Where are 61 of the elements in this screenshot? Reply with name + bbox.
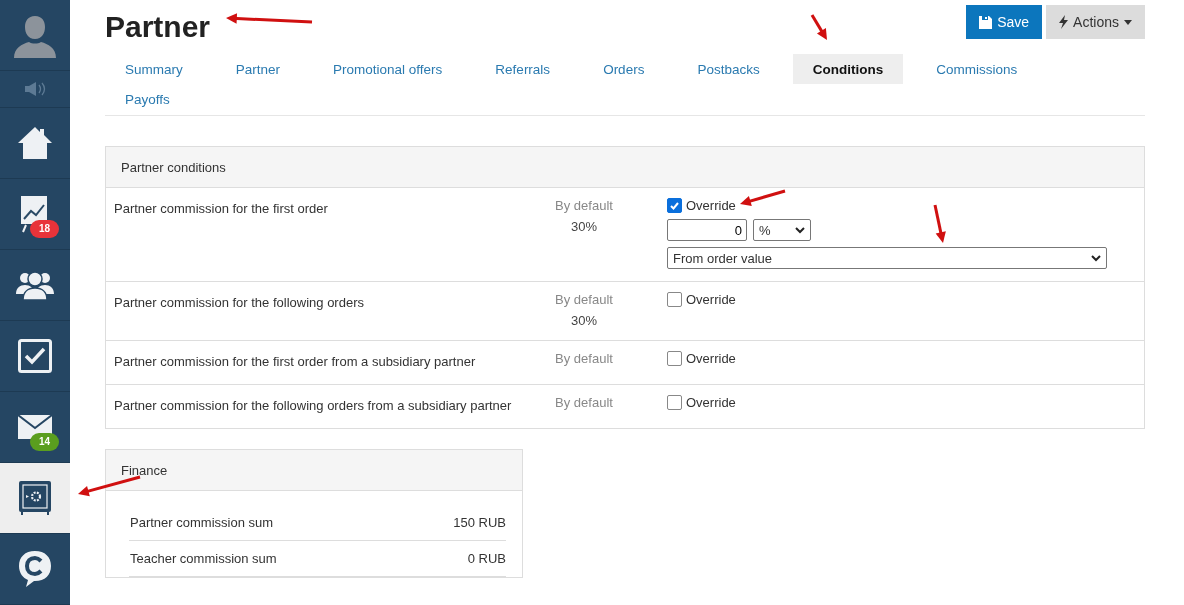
save-button[interactable]: Save (966, 5, 1043, 39)
tab[interactable]: Referrals (475, 54, 571, 84)
chevron-down-icon (795, 226, 805, 234)
panel-title: Partner conditions (106, 147, 1144, 188)
annotation-arrow (810, 14, 827, 40)
amount-field[interactable]: 0 (667, 219, 747, 241)
caret-icon (1124, 19, 1132, 25)
default-label: By default (555, 395, 613, 410)
override-label: Override (686, 198, 736, 213)
finance-value: 150 RUB (453, 515, 506, 530)
annotation-arrow (78, 475, 141, 497)
speaker-icon (24, 81, 46, 97)
tab[interactable]: Promotional offers (313, 54, 463, 84)
tab[interactable]: Orders (583, 54, 665, 84)
sidebar-item[interactable]: 18 (0, 179, 70, 250)
sidebar-item[interactable] (0, 463, 70, 534)
finance-label: Partner commission sum (130, 515, 274, 530)
override-checkbox[interactable] (667, 198, 682, 213)
actions-button[interactable]: Actions (1046, 5, 1145, 39)
condition-label: Partner commission for the following orders (114, 294, 365, 312)
sidebar-item[interactable]: 14 (0, 392, 70, 463)
default-value: 30% (571, 219, 597, 234)
condition-label: Partner commission for the first order from a subsidiary partner (114, 353, 477, 371)
default-label: By default (555, 198, 613, 213)
override-label: Override (686, 395, 736, 410)
count-badge: 14 (30, 433, 60, 451)
envelope-icon (18, 415, 52, 439)
override-label: Override (686, 292, 736, 307)
override-checkbox[interactable] (667, 351, 682, 366)
annotation-arrow (933, 204, 946, 243)
base-select[interactable]: From order value (667, 247, 1107, 269)
chart-board-icon (20, 195, 50, 233)
override-checkbox[interactable] (667, 292, 682, 307)
finance-label: Teacher commission sum (130, 551, 277, 566)
chat-logo-icon (18, 550, 52, 588)
count-badge: 18 (30, 220, 60, 238)
override-label: Override (686, 351, 736, 366)
chevron-down-icon (1091, 254, 1101, 262)
tab[interactable]: Conditions (792, 54, 904, 84)
override-checkbox[interactable] (667, 395, 682, 410)
tab[interactable]: Postbacks (677, 54, 780, 84)
home-icon (17, 126, 53, 160)
lightning-icon (1059, 15, 1069, 29)
condition-label: Partner commission for the first order (114, 200, 329, 218)
default-label: By default (555, 351, 613, 366)
tab[interactable]: Payoffs (105, 84, 190, 114)
safe-icon (18, 480, 52, 516)
tab[interactable]: Summary (105, 54, 203, 84)
condition-label: Partner commission for the following orders from a subsidiary partner (114, 397, 513, 415)
checkbox-icon (18, 339, 52, 373)
people-icon (16, 270, 54, 300)
panel-title: Finance (106, 450, 522, 491)
tab[interactable]: Commissions (916, 54, 1038, 84)
finance-value: 0 RUB (467, 551, 506, 566)
checkmark-icon (670, 201, 679, 210)
tab[interactable]: Partner (215, 54, 301, 84)
unit-select[interactable]: % (753, 219, 811, 241)
annotation-arrow (740, 189, 786, 206)
default-label: By default (555, 292, 613, 307)
page-title: Partner (105, 10, 211, 44)
default-value: 30% (571, 313, 597, 328)
